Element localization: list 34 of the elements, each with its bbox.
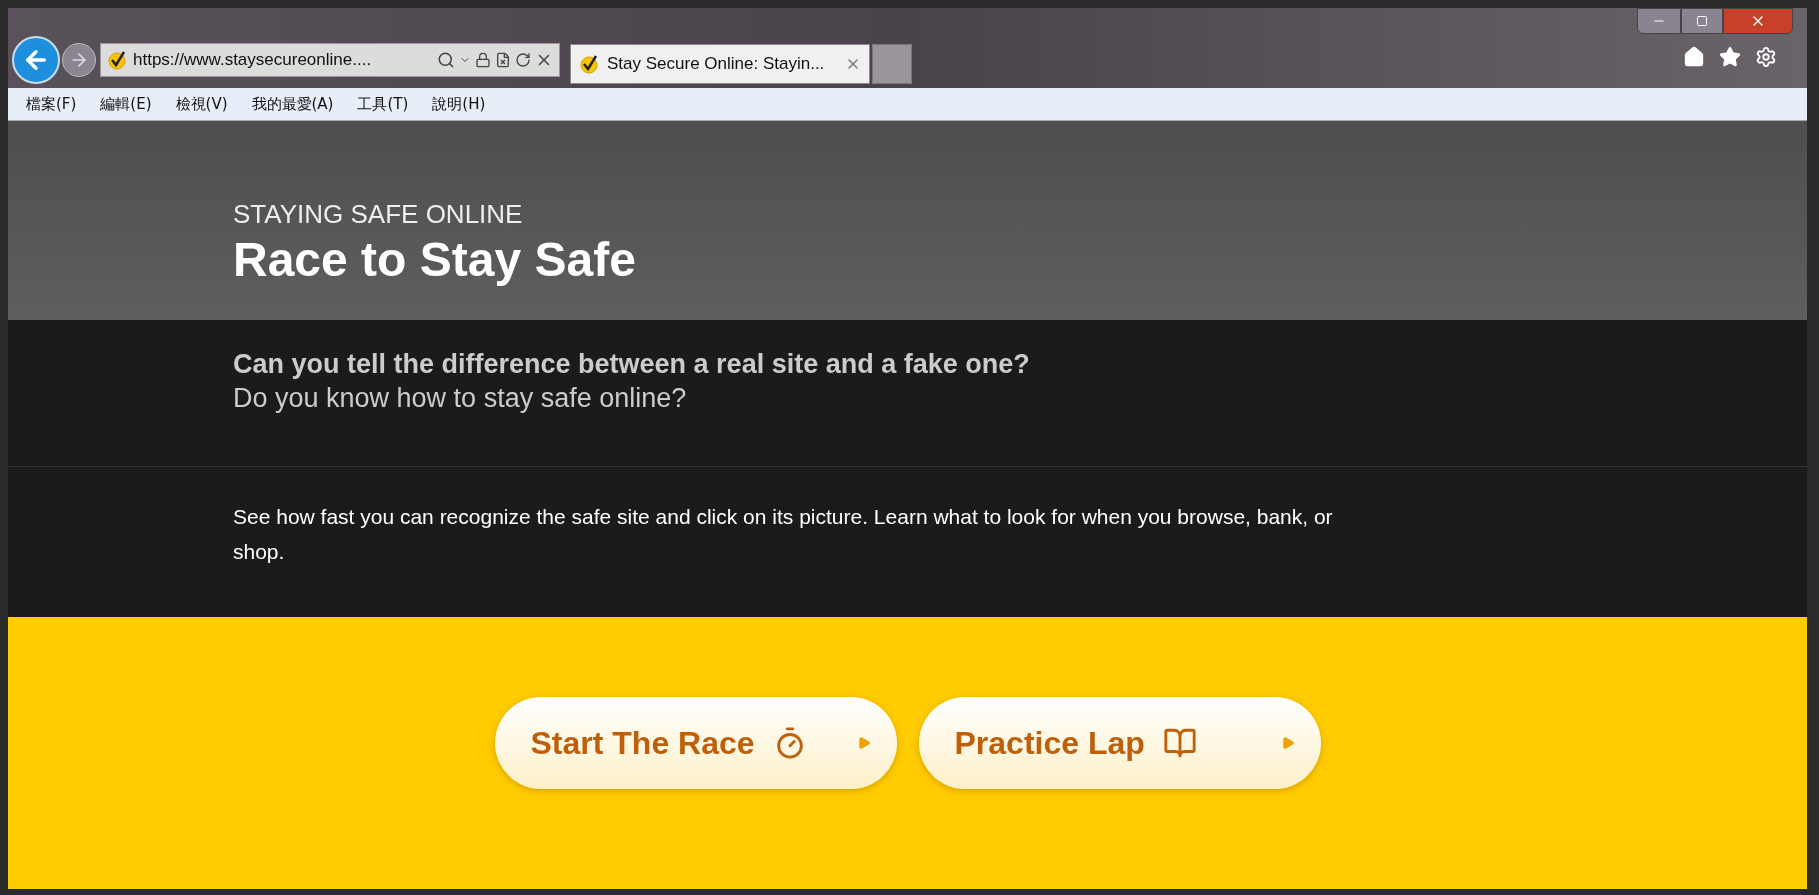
forward-button[interactable] — [62, 43, 96, 77]
lock-icon — [475, 52, 491, 68]
search-icon[interactable] — [437, 51, 455, 69]
menu-item[interactable]: 檢視(V) — [175, 92, 228, 116]
url-text: https://www.staysecureonline.... — [133, 49, 372, 72]
menu-item[interactable]: 檔案(F) — [26, 92, 77, 116]
page-title: Race to Stay Safe — [233, 232, 637, 288]
tab-title: Stay Secure Online: Stayin... — [607, 53, 825, 76]
home-icon[interactable] — [1683, 46, 1705, 68]
refresh-icon[interactable] — [515, 52, 531, 68]
menu-item[interactable]: 說明(H) — [432, 92, 486, 116]
intro-subtitle: Do you know how to stay safe online? — [233, 381, 688, 415]
section-eyebrow: STAYING SAFE ONLINE — [233, 197, 524, 230]
maximize-button[interactable] — [1681, 8, 1723, 34]
menu-item[interactable]: 編輯(E) — [100, 92, 152, 116]
checkmark-logo-icon — [107, 50, 127, 70]
intro-question: Can you tell the difference between a real site and a fake one? — [233, 348, 1031, 381]
settings-icon[interactable] — [1755, 46, 1777, 68]
favorites-icon[interactable] — [1719, 46, 1741, 68]
arrow-icon — [1280, 736, 1295, 750]
start-race-button[interactable]: Start The Race — [494, 697, 897, 789]
arrow-icon — [856, 736, 871, 750]
close-button[interactable] — [1723, 8, 1793, 34]
description-text: See how fast you can recognize the safe site and click on its picture. Learn what to look for when you browse, bank, or shop. — [233, 504, 1334, 565]
menu-item[interactable]: 工具(T) — [357, 92, 409, 116]
compatibility-icon[interactable] — [495, 52, 511, 68]
address-bar[interactable]: https://www.staysecureonline.... — [100, 43, 560, 77]
book-icon — [1162, 726, 1197, 760]
browser-tab[interactable]: Stay Secure Online: Stayin... — [570, 44, 870, 84]
checkmark-logo-icon — [579, 54, 599, 74]
back-button[interactable] — [12, 36, 60, 84]
practice-lap-button[interactable]: Practice Lap — [918, 697, 1321, 789]
menu-item[interactable]: 我的最愛(A) — [251, 92, 334, 116]
maximize-icon — [1696, 15, 1708, 27]
